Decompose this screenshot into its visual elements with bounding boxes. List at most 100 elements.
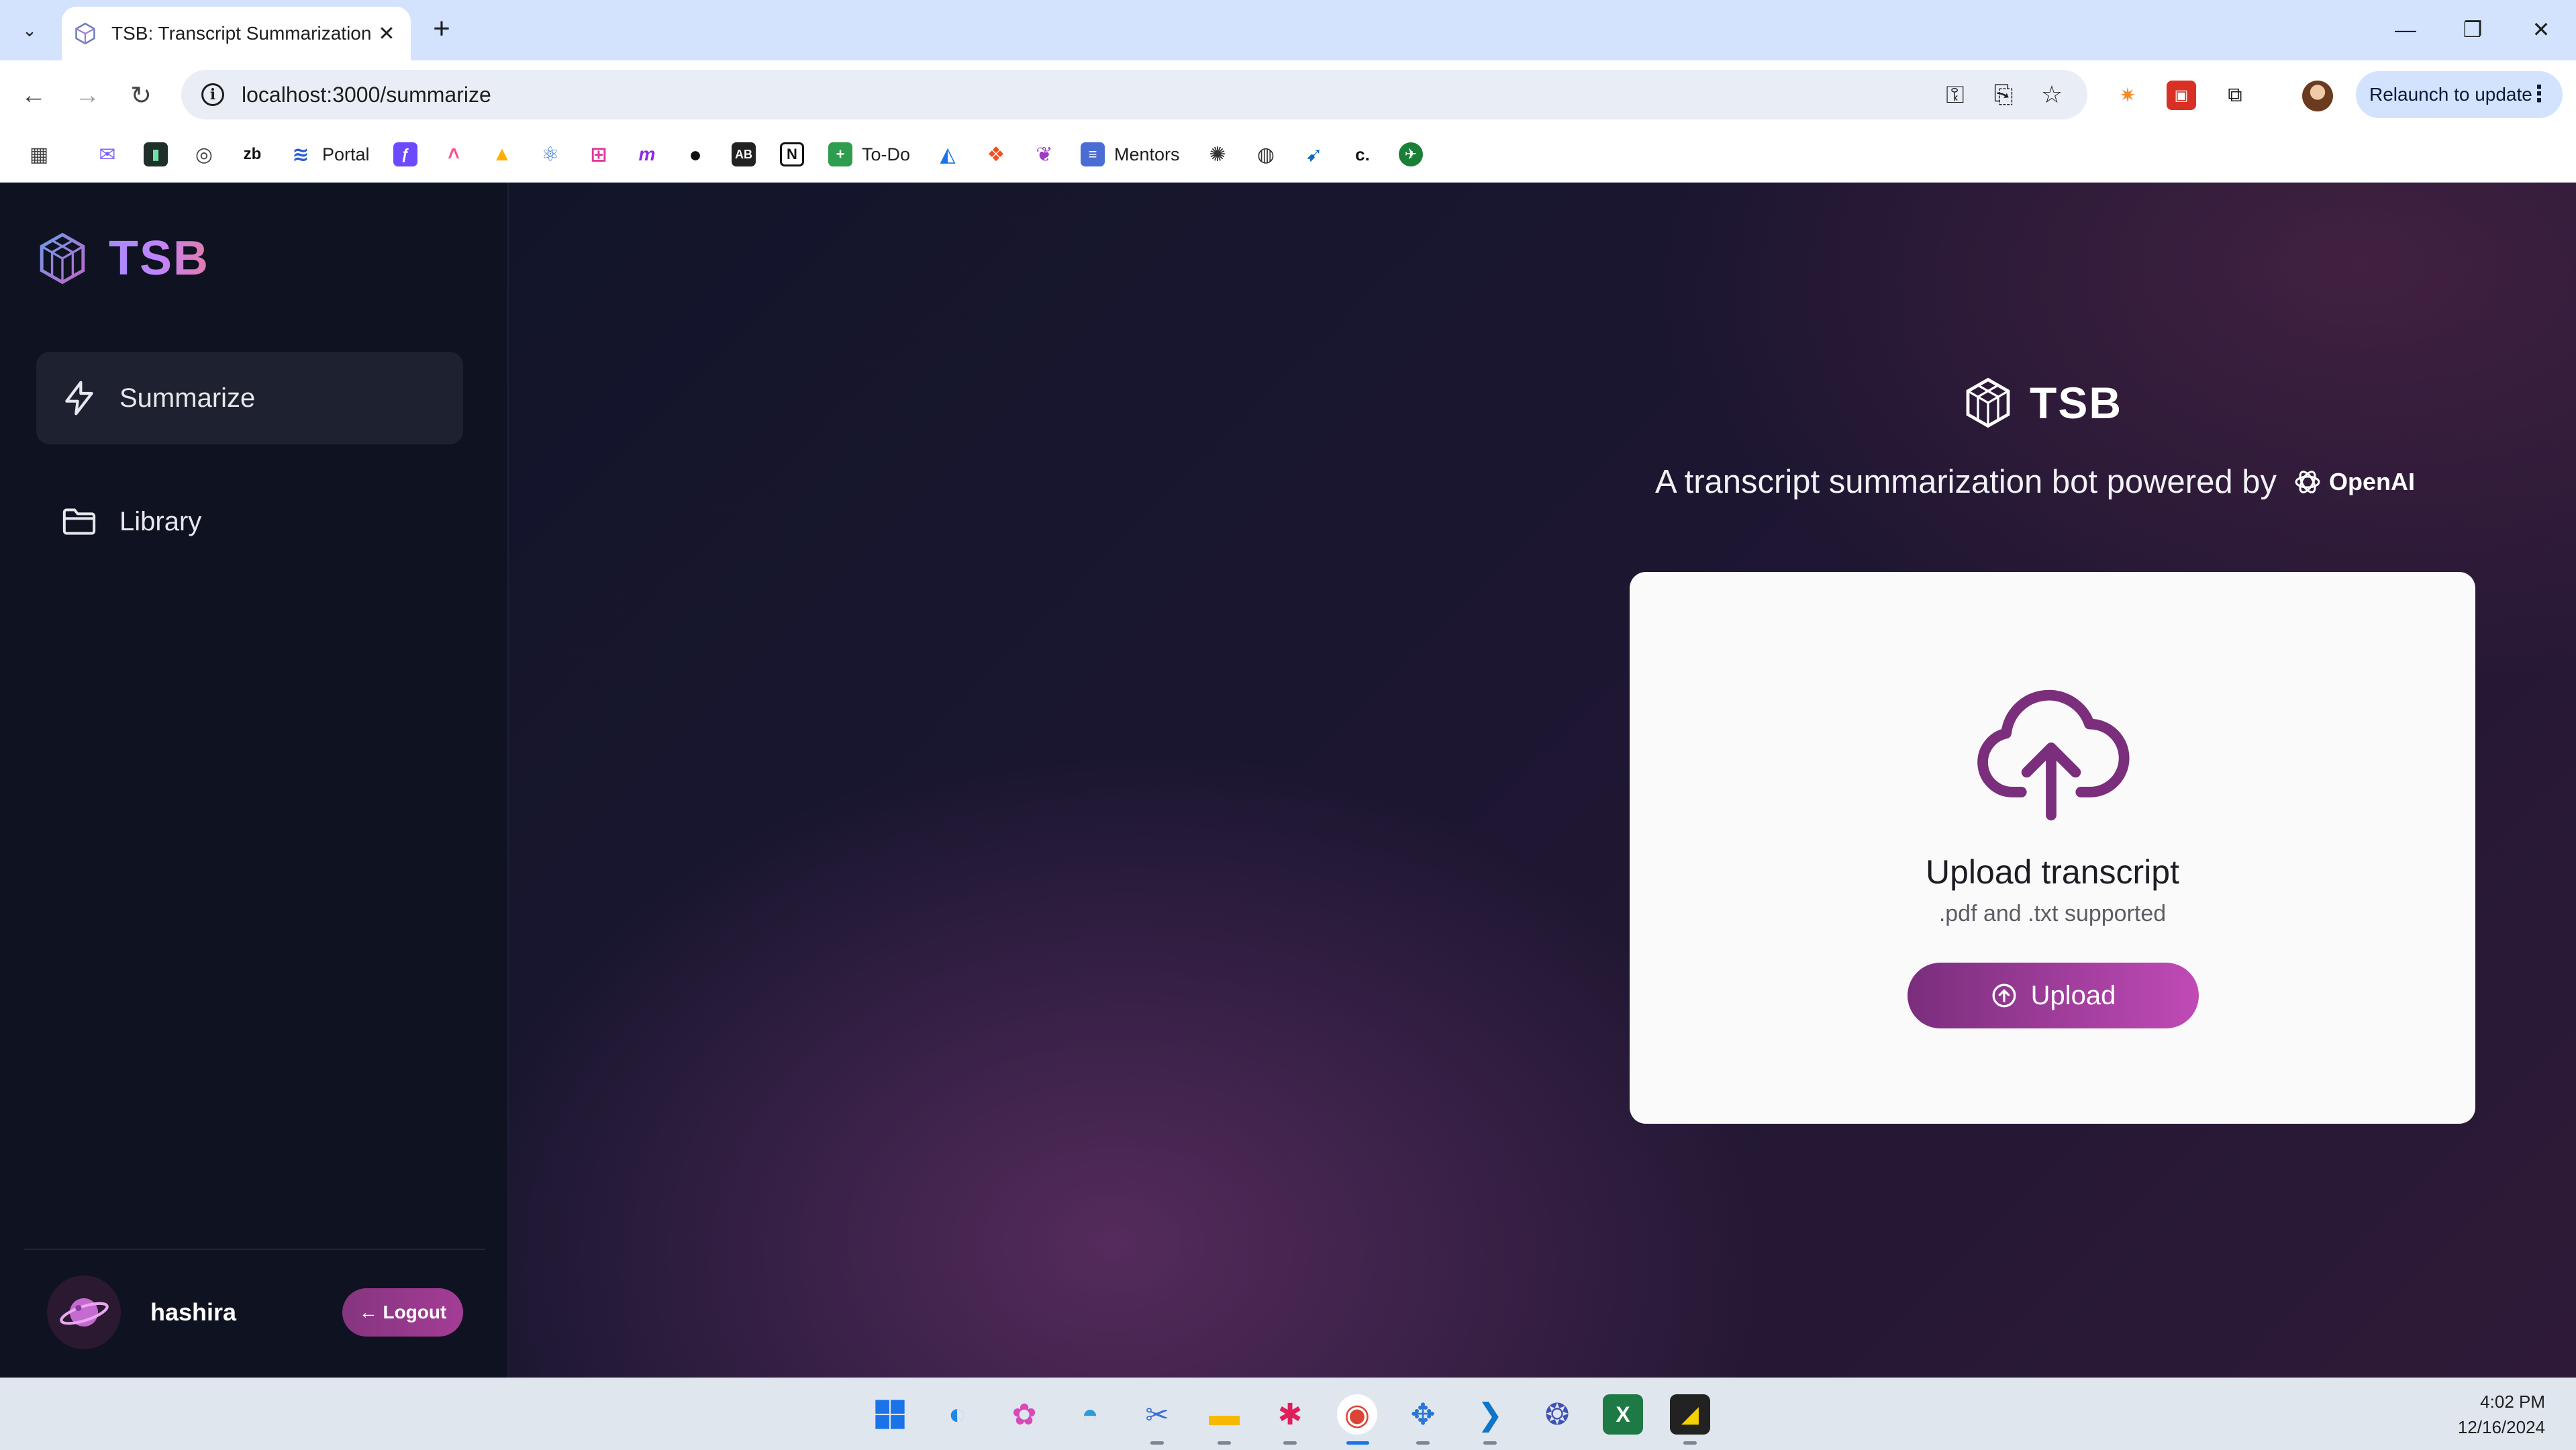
teams-network-icon[interactable]: ✥ bbox=[1403, 1394, 1443, 1435]
snipping-tool-icon[interactable]: ✂ bbox=[1137, 1394, 1177, 1435]
tab-close-icon[interactable]: ✕ bbox=[375, 22, 399, 46]
sidebar-item-label: Library bbox=[119, 506, 202, 536]
paint-icon[interactable]: ◓ bbox=[1070, 1394, 1110, 1435]
bookmark-rocket-icon[interactable]: ➹ bbox=[1302, 140, 1326, 169]
windows-start-icon[interactable] bbox=[870, 1394, 910, 1435]
chrome-icon[interactable]: ◉ bbox=[1337, 1394, 1377, 1435]
bookmark-board-icon[interactable]: ⊞ bbox=[587, 140, 611, 169]
vscode-icon[interactable]: ❯ bbox=[1470, 1394, 1510, 1435]
user-name: hashira bbox=[150, 1298, 237, 1326]
tab-search-chevron-icon[interactable]: ⌄ bbox=[12, 15, 47, 46]
tsb-logo-icon bbox=[40, 232, 85, 285]
bookmark-mentors[interactable]: ≡ Mentors bbox=[1081, 140, 1180, 169]
upload-card[interactable]: Upload transcript .pdf and .txt supporte… bbox=[1630, 572, 2475, 1124]
sticky-notes-icon[interactable]: ◢ bbox=[1670, 1394, 1710, 1435]
file-explorer-icon[interactable]: ▬ bbox=[1204, 1394, 1244, 1435]
forward-arrow-icon[interactable]: → bbox=[68, 77, 106, 114]
bookmark-firebase-icon[interactable]: ▲ bbox=[490, 140, 514, 169]
new-tab-button[interactable]: + bbox=[424, 12, 459, 47]
relaunch-label: Relaunch to update bbox=[2369, 84, 2532, 105]
extensions-puzzle-icon[interactable]: ⧉ bbox=[2220, 81, 2250, 110]
openai-icon bbox=[2295, 471, 2320, 493]
bookmark-miro-icon[interactable]: m bbox=[635, 140, 659, 169]
browser-tab-strip: ⌄ TSB: Transcript Summarization B ✕ + — … bbox=[0, 0, 2576, 60]
logout-button[interactable]: ← Logout bbox=[342, 1288, 463, 1337]
bookmark-ab-icon[interactable]: AB bbox=[732, 140, 756, 169]
settings-gear-icon[interactable]: ❂ bbox=[1537, 1394, 1577, 1435]
password-key-icon[interactable]: ⚿ bbox=[1940, 79, 1971, 110]
upload-button[interactable]: Upload bbox=[1908, 963, 2199, 1028]
sidebar: TSB Summarize Library hashira ← Logout bbox=[0, 183, 509, 1378]
arrow-up-circle-icon bbox=[1992, 983, 2016, 1008]
back-arrow-icon[interactable]: ← bbox=[15, 77, 52, 114]
reload-icon[interactable]: ↻ bbox=[122, 77, 160, 114]
sidebar-item-library[interactable]: Library bbox=[36, 475, 463, 568]
bookmark-code-icon[interactable]: c. bbox=[1350, 140, 1375, 169]
site-info-icon[interactable]: i bbox=[201, 83, 224, 106]
bookmark-mail-icon[interactable]: ✉ bbox=[95, 140, 119, 169]
todo-plus-icon: + bbox=[828, 142, 852, 166]
bookmark-todo[interactable]: + To-Do bbox=[828, 140, 910, 169]
extension-red-icon[interactable]: ▣ bbox=[2167, 81, 2196, 110]
user-profile: hashira ← Logout bbox=[47, 1275, 463, 1349]
running-indicator bbox=[1283, 1441, 1297, 1445]
bookmark-github-icon[interactable]: ● bbox=[683, 140, 707, 169]
openai-logo: OpenAI bbox=[2291, 466, 2415, 498]
bookmark-react-icon[interactable]: ⚛ bbox=[538, 140, 562, 169]
restore-icon[interactable]: ❐ bbox=[2439, 9, 2506, 50]
planet-icon bbox=[60, 1298, 109, 1327]
running-indicator bbox=[1683, 1441, 1697, 1445]
extension-sparkle-icon[interactable]: ✷ bbox=[2113, 81, 2142, 110]
edge-browser-icon[interactable]: ◐ bbox=[937, 1394, 977, 1435]
bookmark-openai-icon[interactable]: ◎ bbox=[192, 140, 216, 169]
address-url[interactable]: localhost:3000/summarize bbox=[242, 83, 1922, 107]
sidebar-brand-text: TSB bbox=[109, 232, 209, 285]
sidebar-item-label: Summarize bbox=[119, 383, 256, 413]
minimize-icon[interactable]: — bbox=[2372, 9, 2439, 50]
system-clock[interactable]: 4:02 PM 12/16/2024 bbox=[2458, 1389, 2545, 1440]
bookmark-purple-icon[interactable]: ƒ bbox=[393, 140, 417, 169]
apps-grid-icon[interactable]: ▦ bbox=[27, 140, 51, 169]
main-content: TSB A transcript summarization bot power… bbox=[509, 183, 2576, 1378]
tsb-favicon-icon bbox=[75, 22, 95, 45]
bookmark-zb-icon[interactable]: zb bbox=[240, 140, 264, 169]
clock-date: 12/16/2024 bbox=[2457, 1417, 2545, 1437]
bookmark-star-icon[interactable]: ☆ bbox=[2036, 79, 2067, 110]
bookmark-notion-icon[interactable]: N bbox=[780, 140, 804, 169]
browser-tab-active[interactable]: TSB: Transcript Summarization B ✕ bbox=[62, 7, 411, 60]
upload-button-label: Upload bbox=[2030, 980, 2116, 1010]
os-taskbar: ◐ ✿ ◓ ✂ ▬ ✱ ◉ ✥ ❯ ❂ X ◢ 4:02 PM 12/16/20… bbox=[0, 1378, 2576, 1450]
openai-label: OpenAI bbox=[2328, 468, 2415, 495]
portal-icon: ≋ bbox=[292, 143, 309, 166]
profile-avatar[interactable] bbox=[2302, 81, 2333, 111]
window-close-icon[interactable]: ✕ bbox=[2508, 9, 2575, 50]
bookmark-figma-icon[interactable]: ❖ bbox=[984, 140, 1008, 169]
bookmark-clickup-icon[interactable]: ˄ bbox=[442, 140, 466, 169]
sidebar-item-summarize[interactable]: Summarize bbox=[36, 352, 463, 444]
relaunch-button[interactable]: Relaunch to update ⋮ bbox=[2356, 71, 2563, 118]
tagline-text: A transcript summarization bot powered b… bbox=[1655, 464, 2277, 500]
excel-icon[interactable]: X bbox=[1603, 1394, 1643, 1435]
cloud-upload-icon bbox=[1977, 689, 2130, 821]
address-bar[interactable]: i localhost:3000/summarize ⚿ ⎘ ☆ bbox=[181, 70, 2087, 119]
slack-icon[interactable]: ✱ bbox=[1270, 1394, 1310, 1435]
browser-toolbar: ← → ↻ i localhost:3000/summarize ⚿ ⎘ ☆ ✷… bbox=[0, 60, 2576, 129]
tagline: A transcript summarization bot powered b… bbox=[1655, 463, 2415, 501]
bookmark-chatgpt-icon[interactable]: ✺ bbox=[1205, 140, 1230, 169]
bookmark-portal[interactable]: ≋ Portal bbox=[289, 140, 369, 169]
bookmarks-bar: ▦ ✉ ▮ ◎ zb ≋ Portal ƒ ˄ ▲ ⚛ ⊞ m ● AB N +… bbox=[0, 129, 2576, 183]
hero-brand: TSB bbox=[1964, 376, 2122, 430]
bookmark-terminal-icon[interactable]: ▮ bbox=[144, 140, 168, 169]
bookmark-globe-icon[interactable]: ◍ bbox=[1254, 140, 1278, 169]
tab-title: TSB: Transcript Summarization B bbox=[111, 23, 375, 44]
bookmark-drive-icon[interactable]: ◭ bbox=[936, 140, 960, 169]
browser-menu-icon[interactable]: ⋮ bbox=[2528, 81, 2550, 107]
folder-icon bbox=[62, 508, 96, 535]
avatar[interactable] bbox=[47, 1275, 121, 1349]
bookmark-feather-icon[interactable]: ❦ bbox=[1032, 140, 1056, 169]
bookmark-green-icon[interactable]: ✈ bbox=[1399, 140, 1423, 169]
sidebar-brand[interactable]: TSB bbox=[38, 231, 209, 286]
install-app-icon[interactable]: ⎘ bbox=[1988, 79, 2019, 110]
hero-brand-text: TSB bbox=[2030, 378, 2122, 428]
copilot-icon[interactable]: ✿ bbox=[1004, 1394, 1044, 1435]
